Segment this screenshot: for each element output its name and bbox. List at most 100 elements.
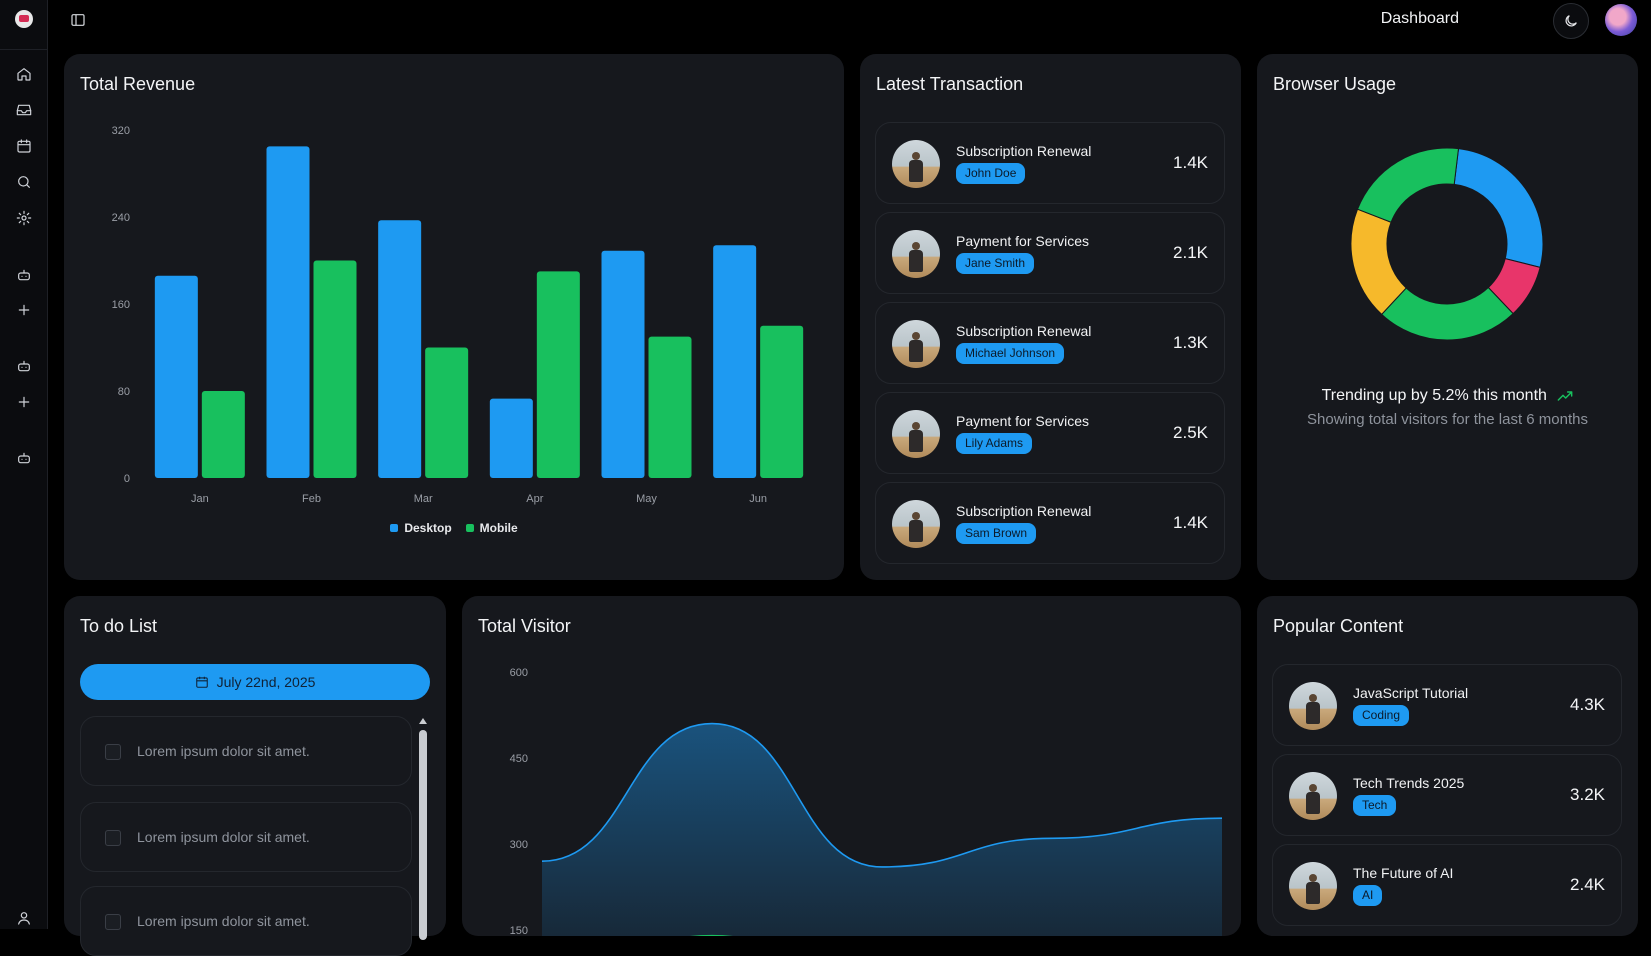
person-badge: Lily Adams: [956, 433, 1032, 454]
person-badge: Jane Smith: [956, 253, 1034, 274]
bar-desktop-mar[interactable]: [378, 220, 421, 478]
trend-label: Trending up by 5.2% this month: [1322, 387, 1547, 404]
transaction-name: Subscription Renewal: [956, 323, 1091, 339]
trend-text: Trending up by 5.2% this month: [1257, 387, 1638, 405]
moon-icon: [1563, 13, 1579, 29]
todo-item[interactable]: Lorem ipsum dolor sit amet.: [80, 802, 412, 872]
scroll-thumb[interactable]: [419, 730, 427, 940]
transaction-thumbnail: [892, 410, 940, 458]
donut-slice-0[interactable]: [1454, 149, 1543, 268]
bar-desktop-apr[interactable]: [490, 399, 533, 478]
plus-icon[interactable]: [14, 300, 34, 320]
content-name: The Future of AI: [1353, 865, 1453, 881]
page-title: Dashboard: [1381, 10, 1459, 28]
sidebar-toggle-button[interactable]: [68, 10, 88, 30]
content-item[interactable]: The Future of AI AI 2.4K: [1272, 844, 1622, 926]
area-fill-0: [542, 724, 1222, 936]
bar-mobile-mar[interactable]: [425, 348, 468, 479]
transaction-value: 1.4K: [1173, 153, 1208, 173]
y-tick-label: 300: [510, 839, 528, 851]
todo-item[interactable]: Lorem ipsum dolor sit amet.: [80, 716, 412, 786]
bar-mobile-jun[interactable]: [760, 326, 803, 478]
visitor-area-chart: 150300450600: [462, 596, 1241, 936]
bar-desktop-may[interactable]: [602, 251, 645, 478]
browser-donut-chart: [1257, 114, 1638, 414]
bar-desktop-feb[interactable]: [267, 146, 310, 478]
inbox-icon[interactable]: [14, 100, 34, 120]
todo-checkbox[interactable]: [105, 914, 121, 930]
transaction-item[interactable]: Payment for Services Jane Smith 2.1K: [875, 212, 1225, 294]
search-icon[interactable]: [14, 172, 34, 192]
y-tick-label: 240: [112, 212, 130, 224]
x-tick-label: Feb: [302, 493, 321, 505]
transaction-item[interactable]: Subscription Renewal John Doe 1.4K: [875, 122, 1225, 204]
x-tick-label: Apr: [526, 493, 543, 505]
x-tick-label: Jan: [191, 493, 209, 505]
calendar-icon: [195, 675, 209, 689]
settings-icon[interactable]: [14, 208, 34, 228]
bot-icon[interactable]: [14, 356, 34, 376]
content-tag-badge: Tech: [1353, 795, 1396, 816]
plus-icon[interactable]: [14, 392, 34, 412]
legend-item-desktop[interactable]: Desktop: [390, 521, 451, 535]
bar-mobile-feb[interactable]: [314, 261, 357, 479]
content-tag-badge: Coding: [1353, 705, 1409, 726]
legend-label: Mobile: [480, 521, 518, 535]
todo-item[interactable]: Lorem ipsum dolor sit amet.: [80, 886, 412, 956]
transaction-thumbnail: [892, 230, 940, 278]
bot-icon[interactable]: [14, 448, 34, 468]
legend-item-mobile[interactable]: Mobile: [466, 521, 518, 535]
todo-checkbox[interactable]: [105, 830, 121, 846]
y-tick-label: 150: [510, 925, 528, 936]
transaction-item[interactable]: Subscription Renewal Sam Brown 1.4K: [875, 482, 1225, 564]
person-badge: John Doe: [956, 163, 1025, 184]
avatar[interactable]: [1605, 4, 1637, 36]
trending-up-icon: [1557, 390, 1573, 402]
card-title: Latest Transaction: [876, 74, 1023, 95]
todo-text: Lorem ipsum dolor sit amet.: [137, 743, 310, 759]
bar-desktop-jan[interactable]: [155, 276, 198, 478]
content-value: 2.4K: [1570, 875, 1605, 895]
user-icon[interactable]: [14, 908, 34, 928]
bar-mobile-may[interactable]: [649, 337, 692, 478]
home-icon[interactable]: [14, 64, 34, 84]
legend-label: Desktop: [404, 521, 451, 535]
scroll-up-arrow[interactable]: [419, 718, 427, 724]
legend-swatch: [390, 524, 398, 532]
bar-mobile-jan[interactable]: [202, 391, 245, 478]
transaction-value: 2.1K: [1173, 243, 1208, 263]
transaction-value: 1.4K: [1173, 513, 1208, 533]
transaction-thumbnail: [892, 500, 940, 548]
bar-desktop-jun[interactable]: [713, 245, 756, 478]
person-badge: Sam Brown: [956, 523, 1036, 544]
content-name: Tech Trends 2025: [1353, 775, 1464, 791]
y-tick-label: 450: [510, 753, 528, 765]
theme-toggle-button[interactable]: [1553, 3, 1589, 39]
donut-slice-4[interactable]: [1358, 148, 1459, 222]
date-picker-button[interactable]: July 22nd, 2025: [80, 664, 430, 700]
total-revenue-card: Total Revenue 080160240320JanFebMarAprMa…: [64, 54, 844, 580]
transaction-value: 2.5K: [1173, 423, 1208, 443]
panel-left-icon: [70, 12, 86, 28]
transaction-name: Payment for Services: [956, 233, 1089, 249]
content-value: 4.3K: [1570, 695, 1605, 715]
donut-slice-2[interactable]: [1382, 288, 1513, 340]
app-logo[interactable]: [15, 10, 33, 28]
content-item[interactable]: Tech Trends 2025 Tech 3.2K: [1272, 754, 1622, 836]
revenue-bar-chart: 080160240320JanFebMarAprMayJun: [64, 54, 844, 580]
sidebar: [0, 0, 48, 929]
todo-checkbox[interactable]: [105, 744, 121, 760]
x-tick-label: Jun: [749, 493, 767, 505]
trend-subtitle: Showing total visitors for the last 6 mo…: [1257, 411, 1638, 428]
transaction-item[interactable]: Subscription Renewal Michael Johnson 1.3…: [875, 302, 1225, 384]
todo-scrollbar[interactable]: [418, 718, 428, 940]
bar-mobile-apr[interactable]: [537, 271, 580, 478]
y-tick-label: 320: [112, 125, 130, 137]
transaction-item[interactable]: Payment for Services Lily Adams 2.5K: [875, 392, 1225, 474]
content-thumbnail: [1289, 772, 1337, 820]
card-title: Browser Usage: [1273, 74, 1396, 95]
calendar-icon[interactable]: [14, 136, 34, 156]
content-item[interactable]: JavaScript Tutorial Coding 4.3K: [1272, 664, 1622, 746]
content-thumbnail: [1289, 682, 1337, 730]
bot-icon[interactable]: [14, 265, 34, 285]
